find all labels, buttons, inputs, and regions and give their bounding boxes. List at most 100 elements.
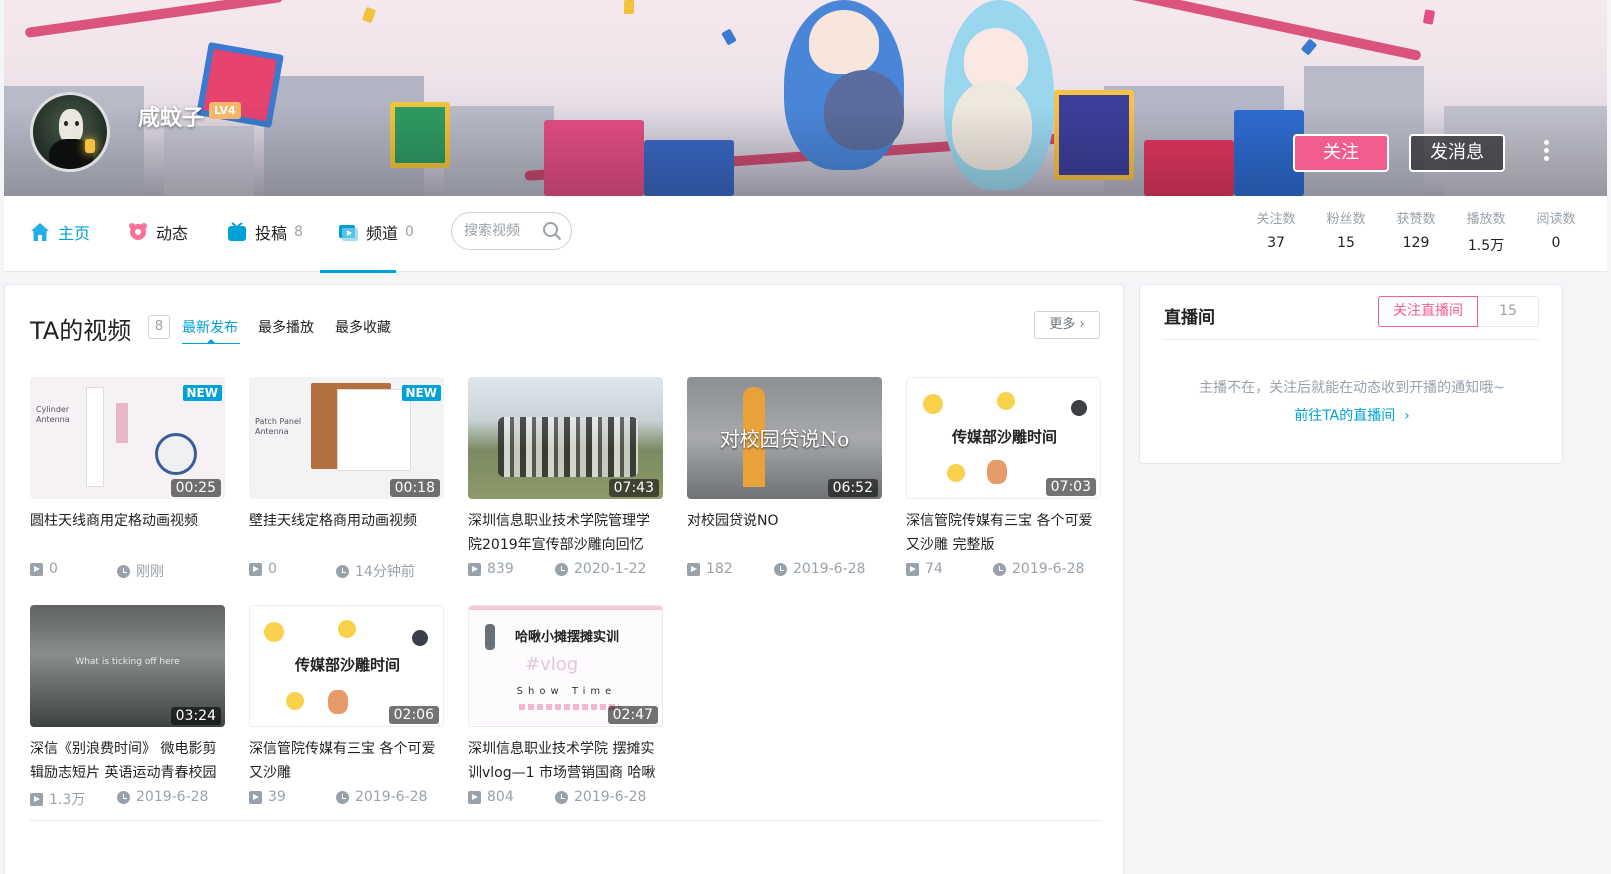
thumb-caption: 对校园贷说No bbox=[719, 427, 850, 451]
tab-most-played[interactable]: 最多播放 bbox=[258, 317, 314, 337]
lantern-icon bbox=[85, 139, 95, 153]
live-divider bbox=[1164, 339, 1539, 340]
video-thumbnail[interactable]: 哈啾小摊摆摊实训 #vlog Show Time 02:47 bbox=[468, 605, 663, 727]
stat-value: 37 bbox=[1267, 235, 1285, 251]
more-options-icon[interactable] bbox=[1541, 140, 1551, 166]
thumb-art bbox=[338, 620, 356, 638]
tab-most-favorited[interactable]: 最多收藏 bbox=[335, 317, 391, 337]
avatar[interactable] bbox=[30, 92, 110, 172]
video-title[interactable]: 深圳信息职业技术学院 摆摊实训vlog—1 市场营销国商 哈啾 bbox=[468, 737, 663, 785]
video-title[interactable]: 圆柱天线商用定格动画视频 bbox=[30, 509, 225, 557]
user-stats: 关注数 37 粉丝数 15 获赞数 129 播放数 1.5万 阅读数 0 bbox=[1241, 208, 1591, 255]
new-badge: NEW bbox=[182, 385, 222, 401]
play-icon bbox=[687, 562, 700, 576]
publish-time-value: 2019-6-28 bbox=[793, 561, 866, 577]
video-duration: 00:18 bbox=[389, 479, 440, 497]
video-title[interactable]: 深信《别浪费时间》 微电影剪辑励志短片 英语运动青春校园 bbox=[30, 737, 225, 785]
video-search[interactable] bbox=[451, 212, 572, 250]
video-thumbnail[interactable]: 对校园贷说No 06:52 bbox=[687, 377, 882, 499]
video-thumbnail[interactable]: Patch Panel Antenna NEW 00:18 bbox=[249, 377, 444, 499]
channel-icon bbox=[338, 222, 358, 242]
stat-following[interactable]: 关注数 37 bbox=[1241, 208, 1311, 255]
video-title[interactable]: 对校园贷说NO bbox=[687, 509, 882, 557]
stat-label: 粉丝数 bbox=[1326, 212, 1366, 227]
search-input[interactable] bbox=[464, 222, 542, 240]
tab-channels[interactable]: 频道 0 bbox=[338, 220, 414, 244]
more-videos-button[interactable]: 更多 › bbox=[1034, 311, 1100, 339]
new-badge: NEW bbox=[401, 385, 441, 401]
video-title[interactable]: 深圳信息职业技术学院管理学院2019年宣传部沙雕向回忆 bbox=[468, 509, 663, 557]
follow-button[interactable]: 关注 bbox=[1293, 134, 1389, 172]
video-card[interactable]: 传媒部沙雕时间 02:06 深信管院传媒有三宝 各个可爱又沙雕 39 2019-… bbox=[249, 605, 444, 807]
video-thumbnail[interactable]: What is ticking off here 03:24 bbox=[30, 605, 225, 727]
thumb-art bbox=[337, 389, 411, 471]
video-card[interactable]: 传媒部沙雕时间 07:03 深信管院传媒有三宝 各个可爱又沙雕 完整版 74 2… bbox=[906, 377, 1101, 579]
video-duration: 06:52 bbox=[827, 479, 878, 497]
thumb-art bbox=[286, 692, 304, 710]
channels-count: 0 bbox=[405, 224, 414, 240]
tab-dynamic[interactable]: 动态 bbox=[128, 220, 188, 244]
play-count: 1.3万 bbox=[30, 789, 85, 809]
thumb-caption: 传媒部沙雕时间 bbox=[294, 656, 400, 674]
video-thumbnail[interactable]: 传媒部沙雕时间 07:03 bbox=[906, 377, 1101, 499]
video-thumbnail[interactable]: Cylinder Antenna NEW 00:25 bbox=[30, 377, 225, 499]
stat-label: 阅读数 bbox=[1536, 212, 1576, 227]
live-room-panel: 直播间 关注直播间 15 主播不在，关注后就能在动态收到开播的通知哦~ 前往TA… bbox=[1139, 284, 1563, 464]
message-button[interactable]: 发消息 bbox=[1409, 134, 1505, 172]
banner-art bbox=[24, 0, 284, 39]
avatar-eye bbox=[64, 121, 68, 126]
video-title[interactable]: 深信管院传媒有三宝 各个可爱又沙雕 完整版 bbox=[906, 509, 1101, 557]
thumb-art bbox=[116, 403, 128, 443]
search-icon[interactable] bbox=[542, 221, 562, 241]
play-count: 39 bbox=[249, 789, 286, 805]
video-meta: 804 2019-6-28 bbox=[468, 787, 663, 807]
active-tab-indicator bbox=[320, 270, 396, 273]
follow-live-button[interactable]: 关注直播间 bbox=[1378, 296, 1478, 327]
video-duration: 02:06 bbox=[388, 706, 439, 724]
thumb-art bbox=[485, 624, 495, 650]
stat-followers[interactable]: 粉丝数 15 bbox=[1311, 208, 1381, 255]
play-count: 804 bbox=[468, 789, 514, 805]
video-card[interactable]: 对校园贷说No 06:52 对校园贷说NO 182 2019-6-28 bbox=[687, 377, 882, 579]
tab-submissions[interactable]: 投稿 8 bbox=[227, 220, 303, 244]
thumb-art bbox=[86, 387, 104, 487]
section-title: TA的视频 bbox=[30, 317, 132, 345]
video-thumbnail[interactable]: 传媒部沙雕时间 02:06 bbox=[249, 605, 444, 727]
play-count-value: 839 bbox=[487, 561, 514, 577]
video-title[interactable]: 壁挂天线定格商用动画视频 bbox=[249, 509, 444, 557]
tab-submissions-label: 投稿 bbox=[255, 224, 288, 243]
live-offline-message: 主播不在，关注后就能在动态收到开播的通知哦~ bbox=[1199, 380, 1505, 396]
thumb-caption: 传媒部沙雕时间 bbox=[951, 428, 1057, 446]
publish-time: 刚刚 bbox=[117, 561, 164, 581]
video-meta: 39 2019-6-28 bbox=[249, 787, 444, 807]
thumb-art bbox=[264, 622, 284, 642]
clock-icon bbox=[774, 562, 787, 576]
video-card[interactable]: 哈啾小摊摆摊实训 #vlog Show Time 02:47 深圳信息职业技术学… bbox=[468, 605, 663, 807]
stat-value: 1.5万 bbox=[1467, 238, 1505, 254]
publish-time: 2019-6-28 bbox=[117, 789, 208, 805]
tab-home[interactable]: 主页 bbox=[30, 220, 90, 244]
banner-art bbox=[1300, 38, 1318, 56]
avatar-eye bbox=[75, 121, 79, 126]
play-count-value: 804 bbox=[487, 789, 514, 805]
video-meta: 839 2020-1-22 bbox=[468, 559, 663, 579]
thumb-art bbox=[519, 704, 619, 710]
clock-icon bbox=[993, 562, 1006, 576]
video-meta: 0 14分钟前 bbox=[249, 559, 444, 580]
video-meta: 182 2019-6-28 bbox=[687, 559, 882, 579]
go-to-live-room-link[interactable]: 前往TA的直播间 › bbox=[1140, 405, 1564, 425]
play-icon bbox=[249, 790, 262, 804]
play-count: 839 bbox=[468, 561, 514, 577]
play-count: 182 bbox=[687, 561, 733, 577]
video-card[interactable]: 07:43 深圳信息职业技术学院管理学院2019年宣传部沙雕向回忆 839 20… bbox=[468, 377, 663, 579]
banner-art bbox=[361, 6, 377, 24]
tab-latest[interactable]: 最新发布 bbox=[182, 317, 238, 337]
video-title[interactable]: 深信管院传媒有三宝 各个可爱又沙雕 bbox=[249, 737, 444, 785]
video-thumbnail[interactable]: 07:43 bbox=[468, 377, 663, 499]
live-link-label: 前往TA的直播间 bbox=[1294, 408, 1396, 424]
video-card[interactable]: What is ticking off here 03:24 深信《别浪费时间》… bbox=[30, 605, 225, 809]
video-card[interactable]: Cylinder Antenna NEW 00:25 圆柱天线商用定格动画视频 … bbox=[30, 377, 225, 581]
video-card[interactable]: Patch Panel Antenna NEW 00:18 壁挂天线定格商用动画… bbox=[249, 377, 444, 580]
publish-time: 2019-6-28 bbox=[993, 561, 1084, 577]
stat-reads: 阅读数 0 bbox=[1521, 208, 1591, 255]
